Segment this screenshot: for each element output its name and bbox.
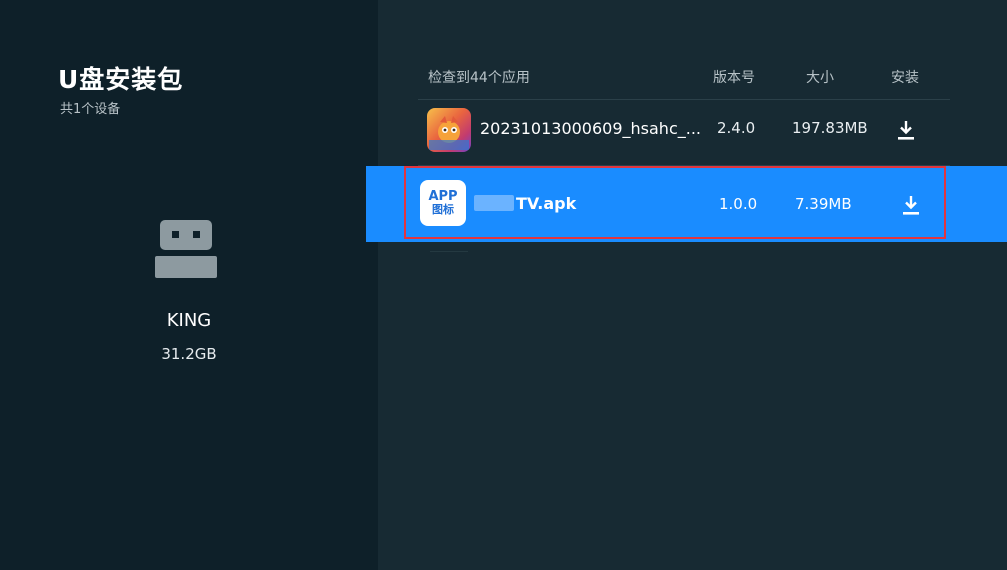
list-item-apk-1[interactable]: 20231013000609_hsahc_... 2.4.0 197.83MB — [366, 99, 1007, 165]
column-version: 版本号 — [713, 70, 755, 86]
column-size: 大小 — [806, 70, 834, 86]
column-install: 安装 — [891, 70, 919, 86]
download-icon[interactable] — [896, 119, 916, 141]
list-header: 检查到44个应用 版本号 大小 安装 — [428, 67, 950, 87]
device-capacity: 31.2GB — [161, 345, 217, 363]
game-app-icon — [427, 108, 471, 152]
focus-highlight — [404, 166, 946, 239]
device-count: 共1个设备 — [60, 102, 121, 117]
device-sidebar: U盘安装包 共1个设备 KING 31.2GB — [0, 0, 378, 570]
page-title: U盘安装包 — [58, 65, 184, 94]
divider — [430, 251, 468, 252]
app-size: 197.83MB — [792, 119, 868, 137]
usb-drive-icon — [155, 220, 217, 278]
app-version: 2.4.0 — [717, 119, 756, 137]
device-name[interactable]: KING — [0, 310, 378, 331]
app-count-label: 检查到44个应用 — [428, 70, 530, 86]
file-name: 20231013000609_hsahc_... — [480, 119, 701, 138]
